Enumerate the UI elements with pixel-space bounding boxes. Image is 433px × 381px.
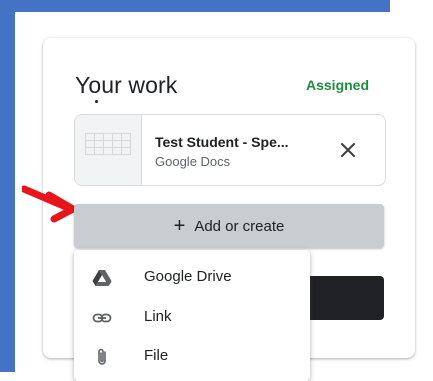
cursor-dot <box>95 100 98 103</box>
menu-item-label: File <box>144 347 169 364</box>
menu-item-label: Link <box>144 308 172 325</box>
menu-item-file[interactable]: File <box>74 337 310 375</box>
add-or-create-button[interactable]: + Add or create <box>74 204 384 248</box>
add-menu: Google Drive Link File <box>74 250 310 381</box>
close-icon[interactable] <box>336 138 360 162</box>
menu-item-label: Google Drive <box>144 268 232 285</box>
menu-item-google-drive[interactable]: Google Drive <box>74 258 310 296</box>
your-work-title: Your work <box>75 72 178 98</box>
attachment-type: Google Docs <box>155 154 231 169</box>
paperclip-icon <box>98 348 106 365</box>
google-drive-icon <box>92 270 112 286</box>
attachment-title: Test Student - Spe... <box>155 134 289 150</box>
screenshot-frame-edge <box>388 0 390 12</box>
document-thumbnail <box>75 115 142 185</box>
attachment-card[interactable]: Test Student - Spe... Google Docs <box>74 114 386 186</box>
add-or-create-label: Add or create <box>194 217 285 235</box>
annotation-arrow-icon <box>22 185 77 223</box>
link-icon <box>92 313 112 323</box>
assignment-status: Assigned <box>306 77 370 93</box>
menu-item-link[interactable]: Link <box>74 298 310 336</box>
plus-icon: + <box>173 215 186 237</box>
